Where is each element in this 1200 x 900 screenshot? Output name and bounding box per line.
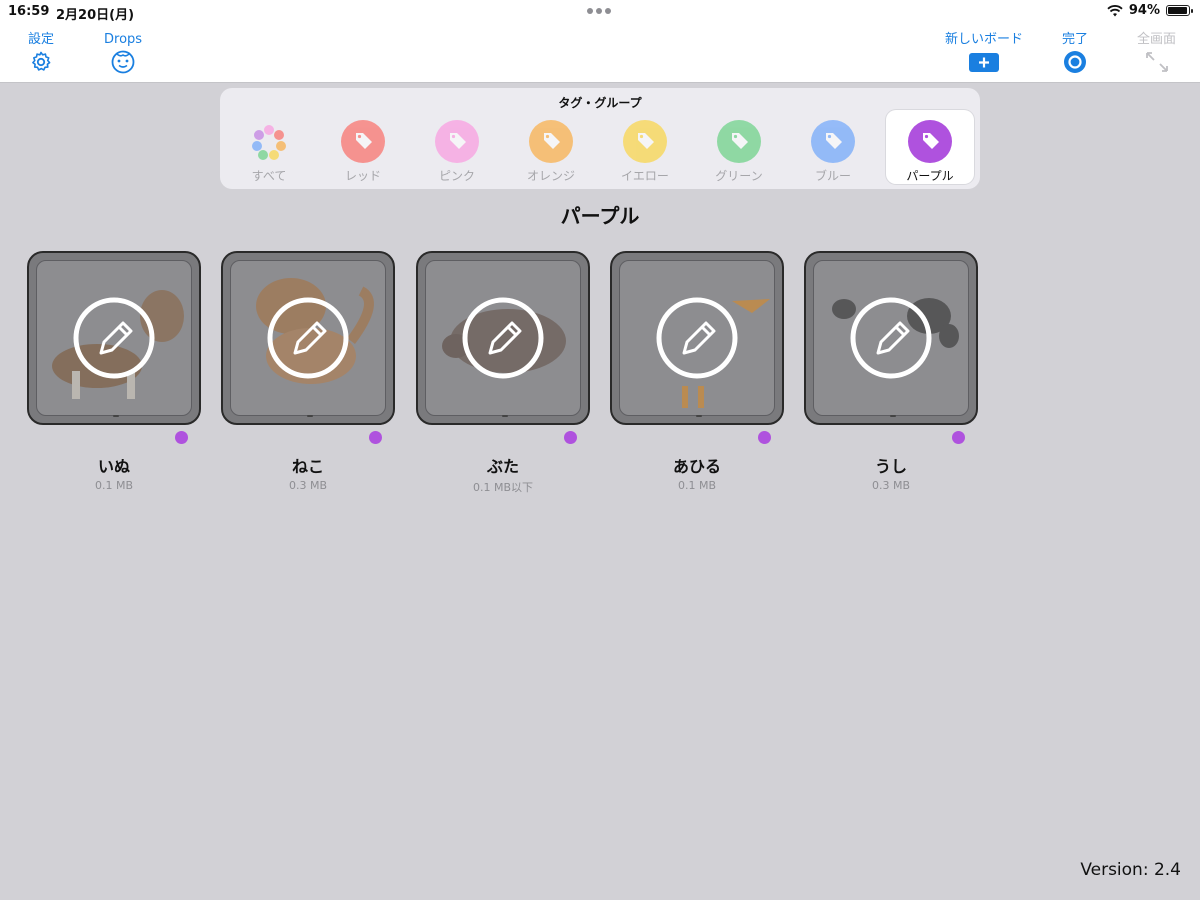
version-label: Version: 2.4 [1080, 860, 1181, 880]
status-bar: 16:59 2月20日(月) 94% [0, 0, 1200, 24]
tag-label: グリーン [715, 169, 763, 183]
drops-button[interactable]: Drops [104, 32, 142, 74]
wifi-icon [1107, 4, 1123, 16]
board-size: 0.3 MB [871, 479, 911, 492]
tag-icon [529, 120, 573, 163]
board-tile[interactable] [610, 251, 784, 425]
tag-yellow[interactable]: イエロー [601, 110, 689, 184]
tag-orange[interactable]: オレンジ [507, 110, 595, 184]
pencil-icon[interactable] [850, 297, 932, 379]
board-item[interactable]: ねこ 0.3 MB [221, 251, 395, 501]
status-right: 94% [1107, 3, 1193, 18]
new-board-button[interactable]: 新しいボード [945, 32, 1023, 74]
tag-icon [623, 120, 667, 163]
board-item[interactable]: ぶた 0.1 MB以下 [416, 251, 590, 501]
board-tile[interactable] [221, 251, 395, 425]
tag-icon [717, 120, 761, 163]
tag-all[interactable]: すべて [225, 110, 313, 184]
tag-purple[interactable]: パープル [886, 110, 974, 184]
tag-label: レッド [344, 169, 381, 183]
tag-pink[interactable]: ピンク [413, 110, 501, 184]
tag-label: オレンジ [526, 169, 575, 183]
multitasking-dots-icon[interactable] [587, 8, 611, 14]
tag-icon [341, 120, 385, 163]
board-size: 0.3 MB [288, 479, 328, 492]
purple-tag-dot [564, 431, 577, 444]
pencil-icon[interactable] [73, 297, 155, 379]
board-tile[interactable] [804, 251, 978, 425]
tag-label: イエロー [621, 169, 669, 183]
board-name: うし [874, 457, 907, 476]
tag-label: ブルー [814, 169, 851, 183]
purple-tag-dot [175, 431, 188, 444]
done-circle-icon [1064, 51, 1086, 73]
gear-icon [32, 51, 51, 71]
pencil-icon[interactable] [656, 297, 738, 379]
done-button[interactable]: 完了 [1062, 32, 1088, 74]
tag-red[interactable]: レッド [319, 110, 407, 184]
board-item[interactable]: うし 0.3 MB [804, 251, 978, 501]
status-date: 2月20日(月) [56, 8, 135, 23]
tag-icon [908, 120, 952, 163]
tag-group-panel: タグ・グループ すべて レッド ピンク オレンジ イエロー グリーン ブルー パ… [220, 88, 980, 189]
board-item[interactable]: いぬ 0.1 MB [27, 251, 201, 501]
settings-button[interactable]: 設定 [28, 32, 54, 74]
tag-label: ピンク [438, 169, 475, 183]
purple-tag-dot [758, 431, 771, 444]
purple-tag-dot [952, 431, 965, 444]
tag-group-title: タグ・グループ [558, 96, 642, 110]
drops-label: Drops [104, 32, 143, 47]
section-title: パープル [560, 204, 640, 228]
fullscreen-label: 全画面 [1137, 32, 1177, 47]
board-name: あひる [672, 457, 721, 476]
board-size: 0.1 MB以下 [472, 481, 534, 494]
purple-tag-dot [369, 431, 382, 444]
battery-icon [1166, 5, 1193, 16]
board-name: いぬ [97, 457, 130, 476]
toolbar: 設定 Drops 新しいボード 完了 全画面 [0, 24, 1200, 83]
board-size: 0.1 MB [94, 479, 134, 492]
face-icon [111, 50, 135, 74]
battery-percent: 94% [1128, 3, 1160, 18]
tag-green[interactable]: グリーン [695, 110, 783, 184]
board-tile[interactable] [27, 251, 201, 425]
tag-icon [811, 120, 855, 163]
tag-blue[interactable]: ブルー [789, 110, 877, 184]
fullscreen-button[interactable]: 全画面 [1137, 32, 1176, 74]
board-size: 0.1 MB [677, 479, 717, 492]
board-item[interactable]: あひる 0.1 MB [610, 251, 784, 501]
tag-icon [435, 120, 479, 163]
status-time: 16:59 [8, 4, 50, 19]
board-tile[interactable] [416, 251, 590, 425]
board-name: ねこ [291, 457, 324, 476]
settings-label: 設定 [28, 32, 55, 47]
plus-icon [969, 53, 999, 72]
board-name: ぶた [486, 457, 519, 476]
pencil-icon[interactable] [267, 297, 349, 379]
pencil-icon[interactable] [462, 297, 544, 379]
expand-icon [1145, 52, 1168, 72]
tag-label: パープル [906, 169, 954, 183]
all-tags-icon [247, 120, 291, 163]
tag-label: すべて [251, 169, 287, 183]
done-label: 完了 [1062, 32, 1089, 47]
new-board-label: 新しいボード [945, 32, 1024, 47]
